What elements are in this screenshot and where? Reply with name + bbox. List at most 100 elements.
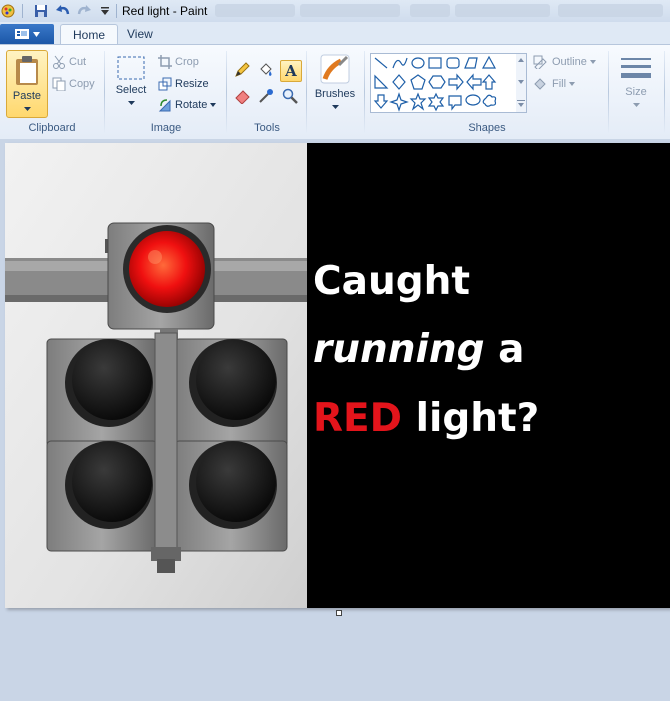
- rotate-icon: [158, 99, 171, 112]
- eraser-tool[interactable]: [232, 86, 252, 106]
- fill-shape-button[interactable]: Fill: [533, 75, 576, 93]
- group-separator: [226, 51, 227, 133]
- light-text: light?: [402, 396, 540, 441]
- size-button[interactable]: Size: [616, 55, 656, 117]
- left-arrow-shape-icon: [466, 73, 482, 91]
- clipboard-group-label: Clipboard: [28, 122, 76, 134]
- chevron-down-icon: [210, 103, 217, 107]
- copy-label: Copy: [69, 78, 95, 90]
- select-button[interactable]: Select: [112, 55, 150, 117]
- undo-icon[interactable]: [55, 3, 71, 19]
- canvas-area[interactable]: Caught running a RED light?: [0, 139, 670, 701]
- redo-icon[interactable]: [76, 3, 92, 19]
- group-separator: [364, 51, 365, 133]
- right-arrow-shape-icon: [448, 73, 464, 91]
- blurred-window-controls: [455, 4, 550, 17]
- canvas-text-line1: Caught: [313, 259, 470, 304]
- chevron-down-icon: [569, 82, 576, 86]
- title-bar: Red light - Paint: [0, 0, 670, 23]
- text-icon: A: [285, 62, 297, 80]
- rotate-button[interactable]: Rotate: [158, 96, 217, 114]
- chevron-down-icon: [331, 105, 339, 109]
- five-point-star-shape-icon: [409, 92, 427, 111]
- chevron-down-icon: [632, 103, 640, 107]
- chevron-down-icon: [33, 31, 40, 37]
- caught-text: Caught: [313, 259, 471, 304]
- curve-shape-icon: [392, 57, 408, 69]
- app-menu-icon: [15, 29, 29, 39]
- triangle-shape-icon: [481, 55, 497, 69]
- cut-button[interactable]: Cut: [52, 53, 86, 71]
- eraser-icon: [235, 90, 250, 104]
- outline-button[interactable]: Outline: [533, 53, 596, 71]
- tab-view[interactable]: View: [115, 24, 165, 44]
- fill-tool[interactable]: [256, 60, 276, 80]
- crop-icon: [158, 55, 172, 69]
- six-point-star-shape-icon: [427, 92, 445, 112]
- size-label: Size: [625, 86, 647, 98]
- right-triangle-shape-icon: [374, 74, 389, 89]
- image-canvas[interactable]: Caught running a RED light?: [5, 143, 670, 608]
- polygon-shape-icon: [464, 57, 478, 69]
- cut-label: Cut: [69, 56, 87, 68]
- up-arrow-shape-icon: [481, 74, 497, 90]
- image-group-label: Image: [150, 122, 182, 134]
- paste-button[interactable]: Paste: [6, 50, 48, 118]
- copy-icon: [52, 77, 66, 91]
- crop-button[interactable]: Crop: [158, 53, 199, 71]
- brushes-button[interactable]: Brushes: [312, 53, 358, 117]
- crop-label: Crop: [175, 56, 199, 68]
- blurred-window-controls: [300, 4, 400, 17]
- application-menu-button[interactable]: [0, 24, 54, 44]
- line-shape-icon: [374, 57, 388, 69]
- rectangle-shape-icon: [428, 57, 442, 69]
- chevron-down-icon: [23, 107, 31, 111]
- diamond-shape-icon: [392, 74, 406, 90]
- down-arrow-shape-icon: [373, 94, 389, 109]
- four-point-star-shape-icon: [389, 92, 409, 112]
- shapes-gallery[interactable]: [370, 53, 518, 113]
- fill-shape-label: Fill: [552, 78, 567, 90]
- chevron-down-icon: [589, 60, 596, 64]
- customize-icon[interactable]: [97, 3, 113, 19]
- outline-label: Outline: [552, 56, 587, 68]
- cut-icon: [53, 55, 65, 69]
- resize-icon: [158, 77, 172, 91]
- pentagon-shape-icon: [410, 74, 426, 90]
- magnifier-tool[interactable]: [280, 86, 300, 106]
- color-picker-tool[interactable]: [256, 86, 276, 106]
- rotate-label: Rotate: [175, 99, 208, 111]
- shapes-icons: [373, 55, 497, 112]
- rounded-rectangle-shape-icon: [446, 57, 460, 69]
- running-text: running: [313, 327, 485, 372]
- text-tool[interactable]: A: [280, 60, 302, 82]
- color-picker-icon: [259, 89, 273, 103]
- pencil-icon: [235, 62, 250, 77]
- shapes-group-label: Shapes: [468, 122, 506, 134]
- window-title: Red light - Paint: [122, 4, 208, 18]
- blurred-window-controls: [410, 4, 450, 17]
- red-text: RED: [313, 396, 403, 441]
- cloud-callout-shape-icon: [482, 94, 497, 107]
- paint-app-icon[interactable]: [0, 3, 16, 19]
- shapes-gallery-scroll[interactable]: [516, 53, 527, 113]
- brushes-icon: [320, 54, 350, 84]
- blurred-window-controls: [215, 4, 295, 17]
- select-icon: [117, 56, 145, 80]
- hexagon-shape-icon: [428, 75, 446, 89]
- paste-icon: [16, 56, 38, 85]
- rounded-callout-shape-icon: [448, 95, 462, 111]
- group-separator: [664, 51, 665, 133]
- canvas-resize-handle[interactable]: [336, 610, 342, 616]
- save-icon[interactable]: [33, 3, 49, 19]
- chevron-down-icon: [127, 101, 135, 105]
- pencil-tool[interactable]: [232, 60, 252, 80]
- tab-home[interactable]: Home: [60, 24, 119, 45]
- resize-button[interactable]: Resize: [158, 75, 209, 93]
- group-separator: [608, 51, 609, 133]
- copy-button[interactable]: Copy: [52, 75, 95, 93]
- fill-icon: [260, 63, 272, 76]
- group-separator: [306, 51, 307, 133]
- oval-shape-icon: [411, 57, 425, 69]
- group-separator: [104, 51, 105, 133]
